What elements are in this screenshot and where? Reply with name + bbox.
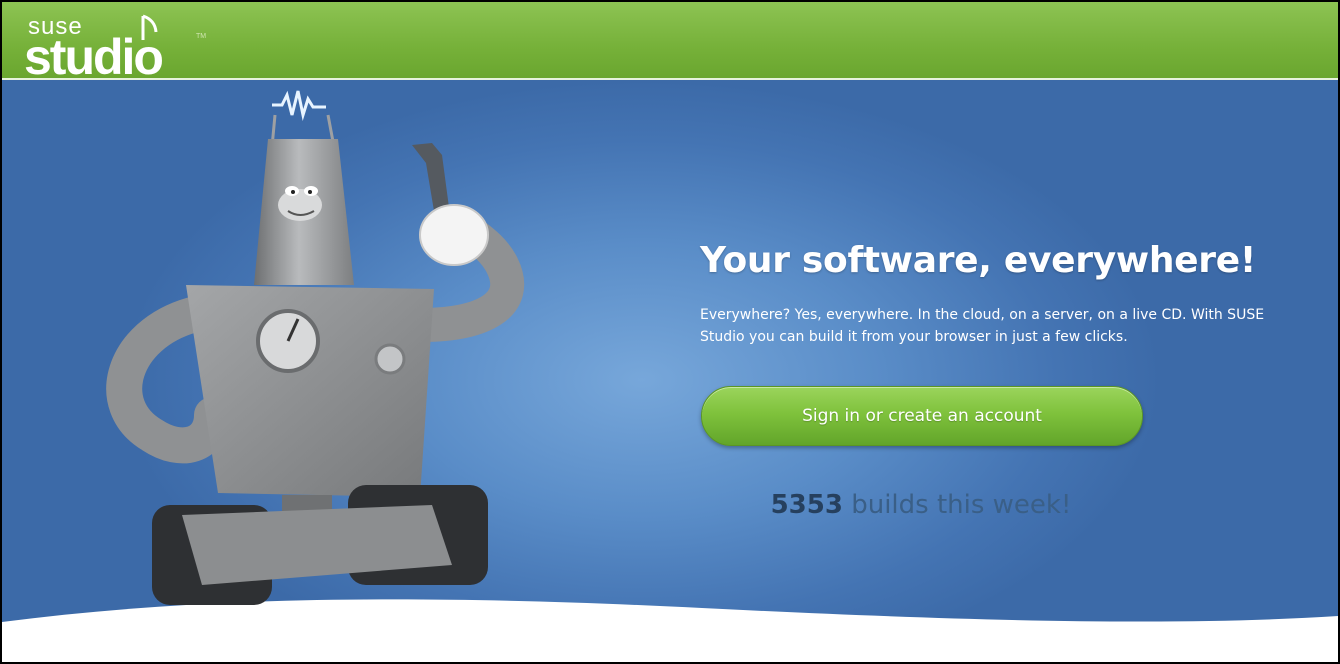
hero-banner: Your software, everywhere! Everywhere? Y…: [2, 80, 1338, 662]
top-bar: suse studio TM: [2, 2, 1338, 80]
hero-headline: Your software, everywhere!: [700, 240, 1256, 281]
suse-studio-logo[interactable]: suse studio TM: [24, 8, 224, 78]
page-frame: suse studio TM Your software, everywhere…: [0, 0, 1340, 664]
build-count: 5353: [770, 490, 843, 520]
build-count-suffix: builds this week!: [842, 490, 1072, 520]
logo-trademark: TM: [196, 33, 206, 40]
hero-description: Everywhere? Yes, everywhere. In the clou…: [700, 307, 1265, 345]
build-counter: 5353 builds this week!: [700, 490, 1142, 520]
sign-in-button[interactable]: Sign in or create an account: [701, 386, 1143, 446]
robot-mascot: [106, 90, 525, 605]
